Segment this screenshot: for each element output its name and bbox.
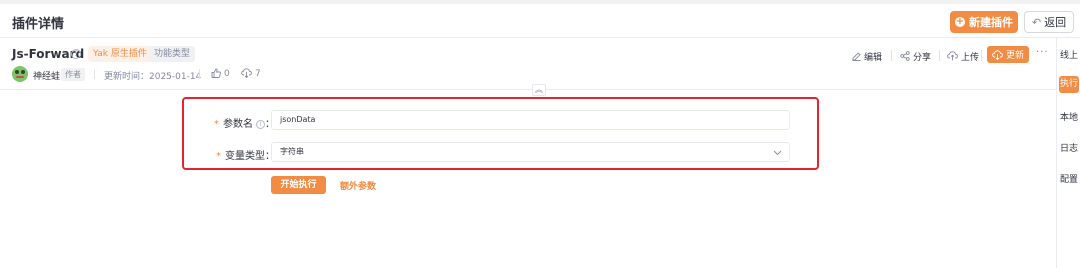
edit-button[interactable]: 编辑 bbox=[852, 48, 882, 64]
divider bbox=[891, 50, 892, 61]
more-icon[interactable]: ··· bbox=[1036, 47, 1049, 58]
new-plugin-label: 新建插件 bbox=[969, 16, 1013, 29]
divider bbox=[939, 50, 940, 61]
plus-circle-icon: + bbox=[955, 16, 965, 27]
param-name-input[interactable]: jsonData bbox=[271, 110, 790, 130]
required-marker: * bbox=[216, 151, 221, 162]
new-plugin-button[interactable]: + 新建插件 bbox=[950, 11, 1018, 33]
required-marker: * bbox=[214, 119, 219, 130]
side-tab-config[interactable]: 配置 bbox=[1059, 172, 1079, 189]
var-type-label: * 变量类型： bbox=[216, 151, 275, 162]
divider bbox=[199, 69, 200, 79]
download-count: 7 bbox=[255, 69, 261, 79]
side-tab-execute[interactable]: 执行 bbox=[1059, 76, 1079, 93]
author-badge: 作者 bbox=[61, 68, 85, 81]
like-count: 0 bbox=[224, 69, 230, 79]
tag-yak-native: Yak 原生插件 bbox=[88, 46, 152, 62]
share-button[interactable]: 分享 bbox=[900, 48, 931, 64]
cloud-upload-icon bbox=[947, 51, 958, 61]
upload-label: 上传 bbox=[961, 52, 980, 63]
var-type-value: 字符串 bbox=[280, 147, 304, 156]
update-button[interactable]: 更新 bbox=[987, 46, 1029, 63]
side-tab-log[interactable]: 日志 bbox=[1059, 141, 1079, 158]
author-name: 神经蛙 bbox=[33, 72, 61, 82]
update-time: 更新时间：2025-01-14 bbox=[104, 72, 202, 82]
plugin-info-bar: Js-Forward ? Yak 原生插件 功能类型 神经蛙 作者 更新时间：2… bbox=[0, 38, 1056, 90]
edit-label: 编辑 bbox=[864, 52, 883, 63]
divider bbox=[94, 69, 95, 79]
extra-params-link[interactable]: 额外参数 bbox=[340, 179, 376, 192]
thumbs-up-icon[interactable] bbox=[211, 68, 221, 78]
info-icon[interactable]: i bbox=[256, 120, 265, 129]
author-avatar bbox=[12, 66, 28, 82]
start-execute-button[interactable]: 开始执行 bbox=[271, 176, 326, 194]
share-label: 分享 bbox=[913, 52, 932, 63]
page-header: 插件详情 + 新建插件 ↶ 返回 bbox=[0, 4, 1080, 38]
divider bbox=[981, 50, 982, 61]
share-icon bbox=[900, 51, 910, 61]
side-tab-bar: 线上 执行 本地 日志 配置 bbox=[1056, 38, 1080, 268]
upload-button[interactable]: 上传 bbox=[947, 48, 979, 64]
update-label: 更新 bbox=[1005, 51, 1024, 61]
collapse-chevron-icon[interactable]: ︽ bbox=[532, 84, 546, 96]
var-type-select[interactable]: 字符串 bbox=[271, 142, 790, 162]
tag-function-type: 功能类型 bbox=[149, 46, 196, 62]
chevron-down-icon bbox=[773, 150, 782, 156]
cloud-download-icon bbox=[992, 49, 1003, 60]
page-title: 插件详情 bbox=[12, 17, 65, 32]
side-tab-online[interactable]: 线上 bbox=[1059, 48, 1079, 65]
back-label: 返回 bbox=[1044, 16, 1067, 29]
param-name-label: * 参数名 i： bbox=[214, 119, 275, 130]
back-button[interactable]: ↶ 返回 bbox=[1024, 11, 1074, 33]
help-icon[interactable]: ? bbox=[71, 49, 81, 59]
side-tab-local[interactable]: 本地 bbox=[1059, 110, 1079, 127]
edit-icon bbox=[852, 51, 861, 61]
back-arrow-icon: ↶ bbox=[1031, 15, 1042, 29]
cloud-download-icon bbox=[241, 68, 252, 78]
